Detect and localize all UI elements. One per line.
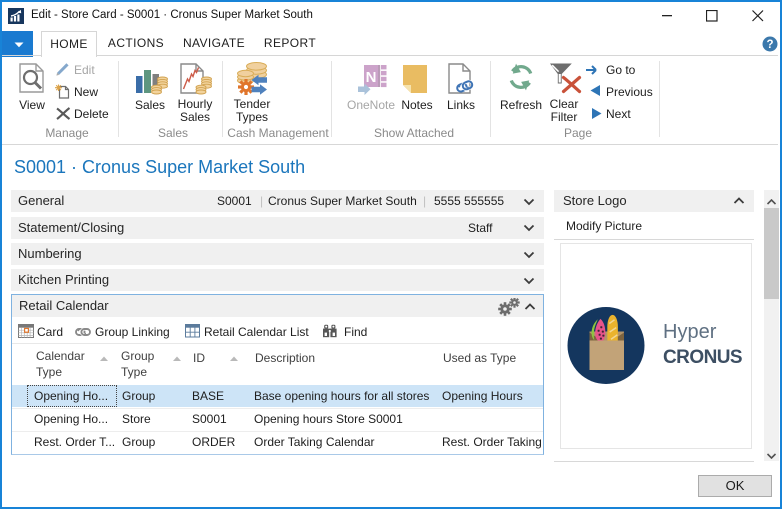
svg-text:N: N [366,69,377,86]
svg-text:?: ? [766,39,773,51]
